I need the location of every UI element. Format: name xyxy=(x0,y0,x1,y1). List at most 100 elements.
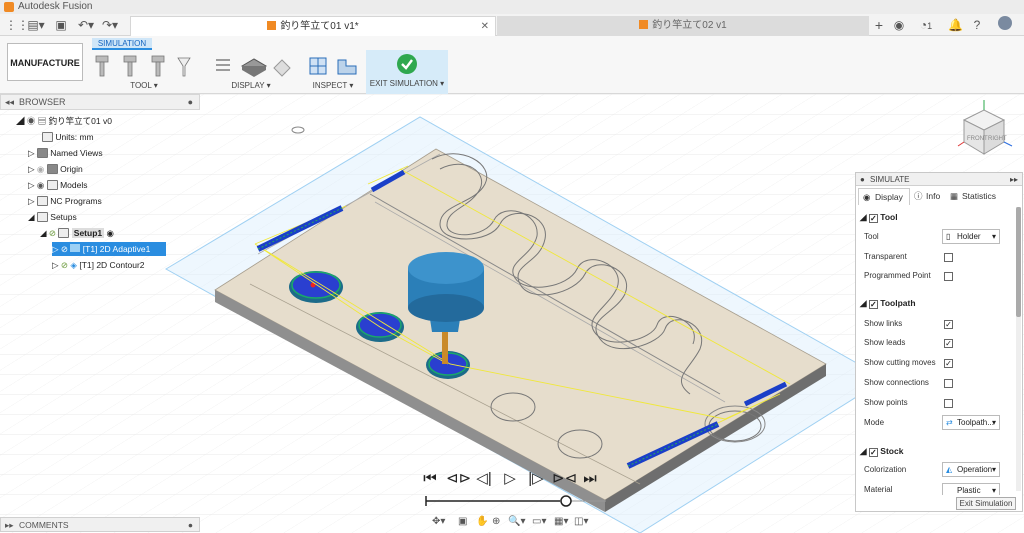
transparent-checkbox[interactable] xyxy=(944,253,953,262)
workspace-switcher[interactable]: MANUFACTURE ▾ xyxy=(7,43,83,106)
tool-icons[interactable] xyxy=(92,54,196,80)
comments-label: COMMENTS xyxy=(19,520,69,530)
inspect-group-label[interactable]: INSPECT ▾ xyxy=(302,81,364,90)
browser-setup1[interactable]: ◢ ⊘ Setup1 ◉ xyxy=(40,226,114,240)
browser-units[interactable]: Units: mm xyxy=(42,130,94,144)
view-cube-right[interactable]: RIGHT xyxy=(988,136,1007,142)
job-count: 1 xyxy=(927,21,933,31)
close-tab-icon[interactable]: ✕ xyxy=(481,17,489,37)
add-comment-icon[interactable]: ● xyxy=(188,518,193,532)
extensions-icon[interactable]: ◉ xyxy=(892,17,906,33)
browser-operation-adaptive[interactable]: ▷ ⊘ [T1] 2D Adaptive1 xyxy=(52,242,166,256)
display-icons[interactable] xyxy=(212,54,292,80)
scrollbar-thumb[interactable] xyxy=(1016,207,1021,317)
grid-menu-icon[interactable]: ⋮⋮ xyxy=(5,17,29,33)
grid-settings-icon[interactable]: ▦▾ xyxy=(554,516,568,527)
viewports-icon[interactable]: ◫▾ xyxy=(574,516,588,527)
programmed-point-checkbox[interactable] xyxy=(944,272,953,281)
orbit-icon[interactable]: ✥▾ xyxy=(432,516,445,527)
show-links-label: Show links xyxy=(864,319,903,328)
programmed-point-label: Programmed Point xyxy=(864,271,931,280)
mode-label: Mode xyxy=(864,418,885,427)
browser-models[interactable]: ▷ ◉ Models xyxy=(28,178,87,192)
tool-dropdown[interactable]: ▯ Holder xyxy=(942,229,1000,244)
pin-icon[interactable]: ● xyxy=(188,95,193,110)
step-forward-icon[interactable]: |▷ xyxy=(526,470,546,488)
display-group-label[interactable]: DISPLAY ▾ xyxy=(208,81,294,90)
look-at-icon[interactable]: ▣ xyxy=(458,516,467,527)
avatar[interactable] xyxy=(998,16,1012,30)
job-status-icon[interactable]: ◔1 xyxy=(915,17,937,33)
operation-icon: ◭ xyxy=(946,465,953,474)
browser-header[interactable]: ◂◂ BROWSER ● xyxy=(0,94,200,110)
checkmark-icon xyxy=(397,54,417,74)
expand-icon[interactable]: ▸▸ xyxy=(5,518,14,532)
pin-icon[interactable]: ● xyxy=(860,173,865,186)
playback-controls: ⏮ ⊲⊳ ◁| ▷ |▷ ⊳⊲ ⏭ xyxy=(420,470,610,510)
inspect-icons[interactable] xyxy=(306,54,362,80)
save-icon[interactable]: ▣ xyxy=(54,17,68,33)
app-title: Autodesk Fusion xyxy=(18,1,93,12)
timeline-handle[interactable] xyxy=(560,495,572,507)
next-operation-icon[interactable]: ⊳⊲ xyxy=(552,470,577,488)
tab-display[interactable]: ◉ Display xyxy=(858,188,910,205)
material-dropdown[interactable]: Plastic Vinyl xyxy=(942,483,1000,495)
browser-nc-programs[interactable]: ▷ NC Programs xyxy=(28,194,102,208)
view-cube-front[interactable]: FRONT xyxy=(967,136,988,142)
toolpath-mode-icon: ⇄ xyxy=(946,418,953,427)
browser-origin[interactable]: ▷ ◉ Origin xyxy=(28,162,83,176)
go-to-end-icon[interactable]: ⏭ xyxy=(580,470,600,488)
show-connections-checkbox[interactable] xyxy=(944,379,953,388)
tab-document-1[interactable]: 釣り竿立て01 v1* ✕ xyxy=(130,16,496,36)
show-links-checkbox[interactable]: ✓ xyxy=(944,320,953,329)
ribbon: MANUFACTURE ▾ SIMULATION TOOL ▾ DISPLAY … xyxy=(0,36,1024,106)
browser-setups[interactable]: ◢ Setups xyxy=(28,210,77,224)
tab-simulation[interactable]: SIMULATION xyxy=(92,38,152,50)
tab-statistics[interactable]: ▦ Statistics xyxy=(946,188,1006,205)
collapse-icon[interactable]: ▸▸ xyxy=(1010,173,1018,186)
inspect-group: INSPECT ▾ xyxy=(302,52,364,92)
colorization-dropdown[interactable]: ◭ Operation xyxy=(942,462,1000,477)
app-logo-icon xyxy=(4,2,14,12)
exit-simulation-panel-button[interactable]: Exit Simulation xyxy=(956,497,1016,510)
simulate-header[interactable]: ● SIMULATE ▸▸ xyxy=(856,173,1022,186)
redo-icon[interactable]: ↷▾ xyxy=(100,17,120,33)
show-cutting-moves-checkbox[interactable]: ✓ xyxy=(944,359,953,368)
view-cube[interactable]: FRONT RIGHT xyxy=(954,100,1016,162)
show-points-checkbox[interactable] xyxy=(944,399,953,408)
tool-group-label[interactable]: TOOL ▾ xyxy=(88,81,200,90)
browser-root[interactable]: ◢ ◉ ▤ 釣り竿立て01 v0 xyxy=(16,114,112,128)
play-icon[interactable]: ▷ xyxy=(500,470,520,488)
go-to-start-icon[interactable]: ⏮ xyxy=(420,470,440,488)
mode-dropdown[interactable]: ⇄ Toolpath... xyxy=(942,415,1000,430)
timeline-slider[interactable] xyxy=(420,492,610,508)
fit-icon[interactable]: 🔍▾ xyxy=(508,516,525,527)
zoom-icon[interactable]: ⊕ xyxy=(492,516,500,527)
tab-document-2[interactable]: 釣り竿立て02 v1 xyxy=(497,16,869,36)
toolpath-section[interactable]: ◢ ✓ Toolpath xyxy=(860,296,916,310)
show-leads-checkbox[interactable]: ✓ xyxy=(944,339,953,348)
colorization-label: Colorization xyxy=(864,465,907,474)
help-icon[interactable]: ? xyxy=(970,17,984,33)
file-menu-icon[interactable]: ▤▾ xyxy=(26,17,46,33)
browser-named-views[interactable]: ▷ Named Views xyxy=(28,146,103,160)
transparent-label: Transparent xyxy=(864,252,907,261)
display-settings-icon[interactable]: ▭▾ xyxy=(532,516,546,527)
tab-info[interactable]: ⓘ Info xyxy=(910,188,946,205)
document-icon xyxy=(639,20,649,29)
browser-title: BROWSER xyxy=(19,97,66,107)
browser-operation-contour[interactable]: ▷ ⊘ ◈ [T1] 2D Contour2 xyxy=(52,258,145,272)
notifications-icon[interactable]: 🔔 xyxy=(948,17,963,33)
pan-icon[interactable]: ✋ xyxy=(476,516,488,527)
new-tab-icon[interactable]: + xyxy=(872,17,886,33)
exit-simulation-button[interactable]: EXIT SIMULATION ▾ xyxy=(366,50,448,94)
step-back-icon[interactable]: ◁| xyxy=(474,470,494,488)
tool-section[interactable]: ◢ ✓ Tool xyxy=(860,210,898,224)
stock-section[interactable]: ◢ ✓ Stock xyxy=(860,444,903,458)
quick-access-toolbar: ⋮⋮ ▤▾ ▣ ↶▾ ↷▾ 釣り竿立て01 v1* ✕ 釣り竿立て02 v1 +… xyxy=(0,14,1024,36)
undo-icon[interactable]: ↶▾ xyxy=(76,17,96,33)
comments-panel[interactable]: ▸▸ COMMENTS ● xyxy=(0,517,200,532)
panel-scrollbar[interactable] xyxy=(1016,207,1021,491)
previous-operation-icon[interactable]: ⊲⊳ xyxy=(446,470,471,488)
collapse-icon[interactable]: ◂◂ xyxy=(5,95,14,110)
